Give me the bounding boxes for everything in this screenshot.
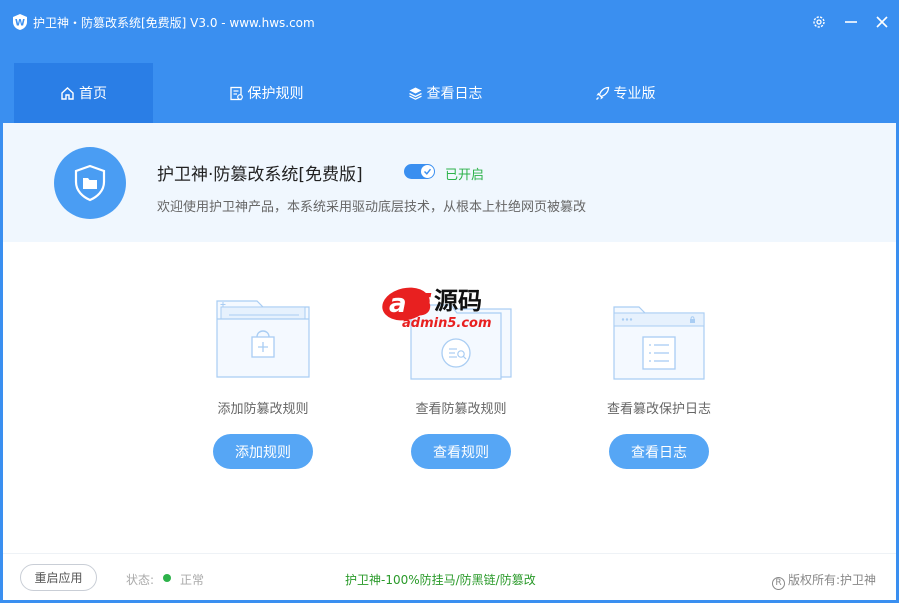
- browser-list-icon: [613, 306, 705, 380]
- tab-home-label: 首页: [79, 86, 107, 102]
- copyright-text: 版权所有:护卫神: [787, 573, 876, 587]
- window-title: 护卫神・防篡改系统[免费版] V3.0 - www.hws.com: [33, 16, 315, 30]
- copyright: R 版权所有:护卫神: [771, 571, 876, 590]
- product-title: 护卫神·防篡改系统[免费版]: [157, 165, 363, 185]
- registered-icon: R: [771, 577, 785, 590]
- tab-logs-label: 查看日志: [426, 86, 483, 102]
- gear-icon: [813, 16, 825, 28]
- layers-icon: [408, 86, 423, 101]
- protection-toggle[interactable]: [404, 164, 435, 179]
- product-description: 欢迎使用护卫神产品，本系统采用驱动底层技术，从根本上杜绝网页被篡改: [157, 200, 587, 215]
- view-logs-button[interactable]: 查看日志: [609, 434, 709, 469]
- card-view-logs-label: 查看篡改保护日志: [606, 402, 711, 417]
- minimize-button[interactable]: [841, 12, 861, 32]
- product-slogan: 护卫神-100%防挂马/防黑链/防篡改: [345, 573, 536, 587]
- svg-text:W: W: [15, 19, 25, 29]
- main-nav: 首页 保护规则 查看日志 专业版: [0, 63, 899, 123]
- svg-text:a: a: [389, 289, 407, 319]
- svg-text:源码: 源码: [434, 287, 482, 315]
- close-button[interactable]: [872, 12, 892, 32]
- protection-status: 已开启: [445, 168, 485, 183]
- restart-app-button[interactable]: 重启应用: [20, 564, 97, 591]
- tab-rules-label: 保护规则: [247, 86, 304, 102]
- status-value: 正常: [180, 573, 205, 587]
- status-label: 状态:: [126, 573, 155, 587]
- rocket-icon: [595, 86, 610, 101]
- window-border-left: [0, 123, 3, 603]
- status-banner: 护卫神·防篡改系统[免费版] 已开启 欢迎使用护卫神产品，本系统采用驱动底层技术…: [3, 123, 896, 242]
- card-view-rules-label: 查看防篡改规则: [415, 402, 507, 417]
- tab-logs[interactable]: 查看日志: [375, 63, 515, 123]
- status-footer: 重启应用 状态: 正常 护卫神-100%防挂马/防黑链/防篡改 R 版权所有:护卫…: [3, 553, 896, 600]
- toggle-knob: [421, 165, 434, 178]
- app-logo-icon: W: [13, 14, 27, 30]
- tab-pro[interactable]: 专业版: [555, 63, 695, 123]
- settings-button[interactable]: [809, 12, 829, 32]
- home-icon: [60, 86, 75, 101]
- close-icon: [876, 16, 888, 28]
- top-bar: W 护卫神・防篡改系统[免费版] V3.0 - www.hws.com 首页 保…: [0, 0, 899, 123]
- rules-icon: [229, 86, 244, 101]
- tab-rules[interactable]: 保护规则: [196, 63, 336, 123]
- tab-home[interactable]: 首页: [14, 63, 153, 123]
- title-bar: W 护卫神・防篡改系统[免费版] V3.0 - www.hws.com: [0, 0, 899, 44]
- tab-pro-label: 专业版: [613, 86, 656, 102]
- folder-lock-icon: [216, 300, 310, 378]
- minimize-icon: [845, 21, 857, 23]
- status-dot-icon: [163, 574, 171, 582]
- add-rule-button[interactable]: 添加规则: [213, 434, 313, 469]
- a5-watermark-logo: a 5 源码 admin5.com: [382, 287, 492, 331]
- shield-folder-icon: [54, 147, 126, 219]
- view-rules-button[interactable]: 查看规则: [411, 434, 511, 469]
- svg-text:admin5.com: admin5.com: [402, 316, 492, 331]
- card-add-rule-label: 添加防篡改规则: [217, 402, 309, 417]
- check-icon: [424, 168, 432, 175]
